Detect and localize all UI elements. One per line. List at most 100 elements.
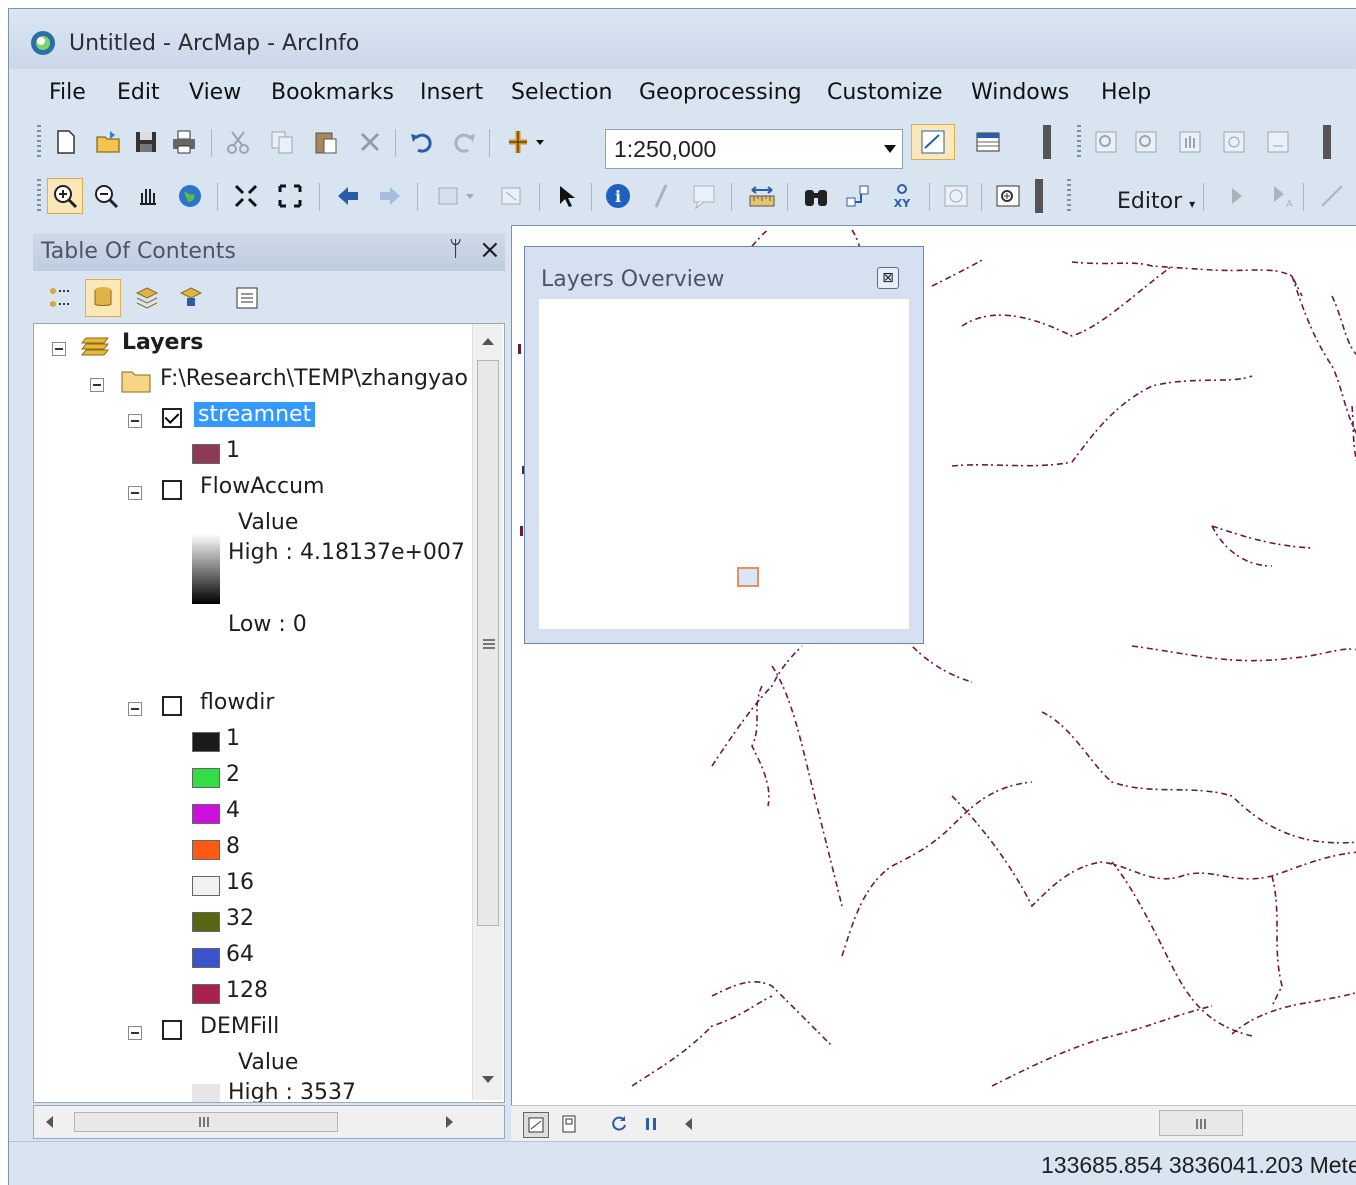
layer-visibility-checkbox[interactable] bbox=[162, 408, 182, 428]
close-icon[interactable]: ⊠ bbox=[877, 267, 899, 289]
edit-tool-icon[interactable] bbox=[1219, 178, 1253, 214]
paste-icon[interactable] bbox=[309, 124, 343, 160]
time-slider-icon[interactable] bbox=[939, 178, 973, 214]
identify-icon[interactable]: i bbox=[601, 178, 635, 214]
measure-icon[interactable] bbox=[745, 178, 779, 214]
menu-bookmarks[interactable]: Bookmarks bbox=[271, 80, 394, 105]
data-frame-tools-icon[interactable] bbox=[911, 124, 955, 160]
add-data-icon[interactable] bbox=[499, 124, 553, 160]
save-icon[interactable] bbox=[129, 124, 163, 160]
overview-window-icon[interactable] bbox=[991, 178, 1025, 214]
edit-annotation-icon[interactable]: A bbox=[1263, 178, 1297, 214]
folder-path-label[interactable]: F:\Research\TEMP\zhangyao bbox=[160, 366, 468, 391]
full-extent-icon[interactable] bbox=[173, 178, 207, 214]
data-view-icon[interactable] bbox=[523, 1112, 549, 1138]
close-icon[interactable]: × bbox=[479, 235, 501, 265]
collapse-icon[interactable] bbox=[128, 486, 142, 500]
toolbar-grip[interactable] bbox=[1077, 125, 1081, 159]
hyperlink-icon[interactable] bbox=[645, 178, 679, 214]
map-display[interactable]: Layers Overview ⊠ bbox=[511, 225, 1356, 1106]
scroll-left-icon[interactable] bbox=[46, 1116, 53, 1128]
toolbar-overflow-icon[interactable] bbox=[1035, 179, 1043, 213]
collapse-icon[interactable] bbox=[128, 1026, 142, 1040]
undo-icon[interactable] bbox=[405, 124, 439, 160]
menu-selection[interactable]: Selection bbox=[511, 80, 612, 105]
find-icon[interactable] bbox=[799, 178, 833, 214]
map-scale-combo[interactable]: 1:250,000 bbox=[605, 129, 903, 169]
print-icon[interactable] bbox=[167, 124, 201, 160]
fixed-zoom-in-icon[interactable] bbox=[229, 178, 263, 214]
pause-drawing-icon[interactable] bbox=[639, 1112, 663, 1136]
html-popup-icon[interactable] bbox=[687, 178, 721, 214]
go-to-xy-icon[interactable]: XY bbox=[885, 178, 919, 214]
menu-windows[interactable]: Windows bbox=[971, 80, 1069, 105]
layout-100-percent-icon[interactable] bbox=[1261, 124, 1295, 160]
pan-icon[interactable] bbox=[131, 178, 165, 214]
menu-view[interactable]: View bbox=[189, 80, 241, 105]
find-route-icon[interactable] bbox=[841, 178, 875, 214]
layout-full-page-icon[interactable] bbox=[1217, 124, 1251, 160]
layer-visibility-checkbox[interactable] bbox=[162, 480, 182, 500]
toolbar-grip[interactable] bbox=[1067, 179, 1071, 213]
layer-demfill-label[interactable]: DEMFill bbox=[200, 1014, 279, 1039]
new-document-icon[interactable] bbox=[49, 124, 83, 160]
select-features-icon[interactable] bbox=[429, 178, 483, 214]
layers-overview-window[interactable]: Layers Overview ⊠ bbox=[524, 246, 924, 644]
list-by-selection-icon[interactable] bbox=[173, 279, 209, 317]
layout-zoom-out-icon[interactable] bbox=[1129, 124, 1163, 160]
overview-map[interactable] bbox=[539, 299, 909, 629]
list-by-source-icon[interactable] bbox=[85, 279, 121, 317]
straight-segment-icon[interactable] bbox=[1315, 178, 1349, 214]
scroll-thumb[interactable] bbox=[477, 360, 499, 926]
list-by-drawing-order-icon[interactable] bbox=[41, 279, 77, 317]
menu-insert[interactable]: Insert bbox=[420, 80, 483, 105]
menu-customize[interactable]: Customize bbox=[827, 80, 942, 105]
select-elements-icon[interactable] bbox=[549, 178, 583, 214]
scroll-thumb[interactable] bbox=[74, 1112, 338, 1132]
menu-edit[interactable]: Edit bbox=[117, 80, 160, 105]
layer-visibility-checkbox[interactable] bbox=[162, 696, 182, 716]
table-icon[interactable] bbox=[971, 124, 1005, 160]
forward-icon[interactable] bbox=[373, 178, 407, 214]
fixed-zoom-out-icon[interactable] bbox=[273, 178, 307, 214]
collapse-icon[interactable] bbox=[128, 414, 142, 428]
layer-streamnet-label[interactable]: streamnet bbox=[194, 402, 316, 427]
layers-root-label[interactable]: Layers bbox=[122, 330, 203, 355]
scroll-right-icon[interactable] bbox=[446, 1116, 453, 1128]
layer-flowaccum-label[interactable]: FlowAccum bbox=[200, 474, 324, 499]
layout-zoom-in-icon[interactable] bbox=[1089, 124, 1123, 160]
options-icon[interactable] bbox=[229, 279, 265, 317]
zoom-in-icon[interactable] bbox=[47, 178, 83, 214]
toolbar-grip[interactable] bbox=[37, 179, 41, 213]
collapse-icon[interactable] bbox=[128, 702, 142, 716]
scroll-down-icon[interactable] bbox=[482, 1076, 494, 1083]
scroll-up-icon[interactable] bbox=[482, 338, 494, 345]
clear-selection-icon[interactable] bbox=[495, 178, 529, 214]
layout-pan-icon[interactable] bbox=[1173, 124, 1207, 160]
menu-geoprocessing[interactable]: Geoprocessing bbox=[639, 80, 802, 105]
layer-flowdir-label[interactable]: flowdir bbox=[200, 690, 274, 715]
editor-menu-button[interactable]: Editor ▾ bbox=[1117, 189, 1195, 214]
overview-extent-box[interactable] bbox=[737, 567, 759, 587]
list-by-visibility-icon[interactable] bbox=[129, 279, 165, 317]
refresh-icon[interactable] bbox=[607, 1112, 631, 1136]
zoom-out-icon[interactable] bbox=[89, 178, 123, 214]
toolbar-overflow-icon[interactable] bbox=[1043, 125, 1051, 159]
pin-icon[interactable]: ᛘ bbox=[449, 237, 462, 262]
copy-icon[interactable] bbox=[265, 124, 299, 160]
map-horizontal-scroll-thumb[interactable] bbox=[1159, 1110, 1243, 1136]
menu-help[interactable]: Help bbox=[1101, 80, 1151, 105]
menu-file[interactable]: File bbox=[49, 80, 86, 105]
toc-horizontal-scrollbar[interactable] bbox=[33, 1105, 505, 1139]
redo-icon[interactable] bbox=[447, 124, 481, 160]
delete-icon[interactable] bbox=[353, 124, 387, 160]
toc-vertical-scrollbar[interactable] bbox=[472, 324, 503, 1100]
collapse-icon[interactable] bbox=[52, 342, 66, 356]
layout-view-icon[interactable] bbox=[557, 1112, 581, 1136]
back-icon[interactable] bbox=[331, 178, 365, 214]
chevron-down-icon[interactable] bbox=[884, 145, 896, 153]
layer-visibility-checkbox[interactable] bbox=[162, 1020, 182, 1040]
toolbar-overflow-icon[interactable] bbox=[1323, 125, 1331, 159]
collapse-icon[interactable] bbox=[90, 378, 104, 392]
toolbar-grip[interactable] bbox=[37, 125, 41, 159]
